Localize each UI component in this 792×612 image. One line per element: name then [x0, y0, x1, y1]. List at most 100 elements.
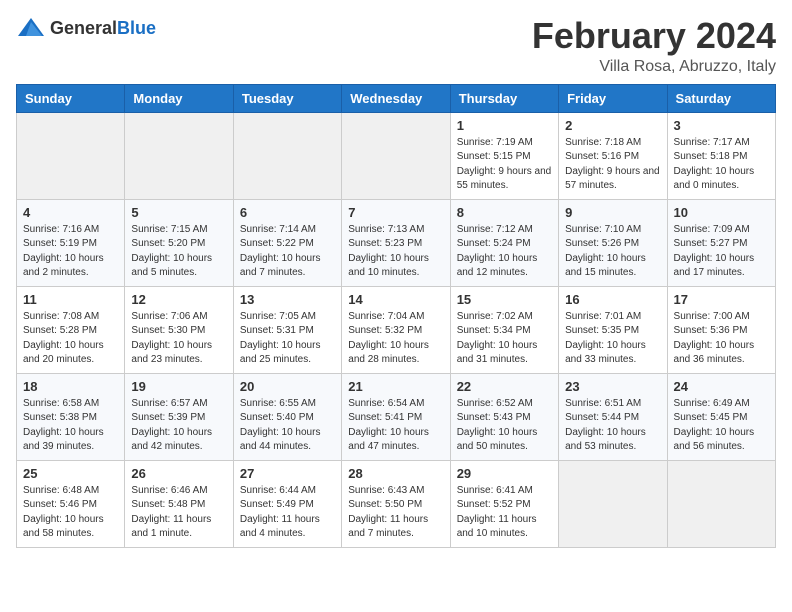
calendar-cell: 21 Sunrise: 6:54 AMSunset: 5:41 PMDayligh…	[342, 373, 450, 460]
calendar-table: SundayMondayTuesdayWednesdayThursdayFrid…	[16, 84, 776, 548]
calendar-cell	[17, 112, 125, 199]
calendar-cell: 11 Sunrise: 7:08 AMSunset: 5:28 PMDayligh…	[17, 286, 125, 373]
day-number: 10	[674, 205, 769, 220]
calendar-cell: 26Sunrise: 6:46 AMSunset: 5:48 PMDayligh…	[125, 460, 233, 547]
day-number: 18	[23, 379, 118, 394]
calendar-cell	[233, 112, 341, 199]
day-number: 20	[240, 379, 335, 394]
calendar-cell: 5 Sunrise: 7:15 AMSunset: 5:20 PMDaylight…	[125, 199, 233, 286]
day-info: Sunrise: 7:02 AMSunset: 5:34 PMDaylight:…	[457, 310, 552, 368]
calendar-cell: 14 Sunrise: 7:04 AMSunset: 5:32 PMDayligh…	[342, 286, 450, 373]
day-number: 16	[565, 292, 660, 307]
logo-blue: Blue	[117, 18, 156, 38]
day-info: Sunrise: 6:55 AMSunset: 5:40 PMDaylight:…	[240, 397, 335, 455]
day-number: 3	[674, 118, 769, 133]
calendar-cell: 12 Sunrise: 7:06 AMSunset: 5:30 PMDayligh…	[125, 286, 233, 373]
calendar-cell: 7Sunrise: 7:13 AMSunset: 5:23 PMDaylight…	[342, 199, 450, 286]
day-info: Sunrise: 7:12 AMSunset: 5:24 PMDaylight:…	[457, 223, 552, 281]
day-number: 2	[565, 118, 660, 133]
weekday-header-tuesday: Tuesday	[233, 84, 341, 112]
day-info: Sunrise: 7:04 AMSunset: 5:32 PMDaylight:…	[348, 310, 443, 368]
weekday-header-wednesday: Wednesday	[342, 84, 450, 112]
weekday-header-sunday: Sunday	[17, 84, 125, 112]
calendar-cell: 18 Sunrise: 6:58 AMSunset: 5:38 PMDayligh…	[17, 373, 125, 460]
day-info: Sunrise: 6:51 AMSunset: 5:44 PMDaylight:…	[565, 397, 660, 455]
day-number: 19	[131, 379, 226, 394]
day-number: 11	[23, 292, 118, 307]
calendar-cell	[342, 112, 450, 199]
day-info: Sunrise: 7:19 AMSunset: 5:15 PMDaylight:…	[457, 136, 552, 194]
day-info: Sunrise: 7:05 AMSunset: 5:31 PMDaylight:…	[240, 310, 335, 368]
day-info: Sunrise: 7:18 AMSunset: 5:16 PMDaylight:…	[565, 136, 660, 194]
day-number: 9	[565, 205, 660, 220]
day-info: Sunrise: 6:52 AMSunset: 5:43 PMDaylight:…	[457, 397, 552, 455]
day-number: 21	[348, 379, 443, 394]
logo: GeneralBlue	[16, 16, 156, 40]
day-info: Sunrise: 7:06 AMSunset: 5:30 PMDaylight:…	[131, 310, 226, 368]
weekday-header-friday: Friday	[559, 84, 667, 112]
day-number: 7	[348, 205, 443, 220]
day-number: 25	[23, 466, 118, 481]
calendar-cell: 6 Sunrise: 7:14 AMSunset: 5:22 PMDaylight…	[233, 199, 341, 286]
day-info: Sunrise: 6:49 AMSunset: 5:45 PMDaylight:…	[674, 397, 769, 455]
header: GeneralBlue February 2024 Villa Rosa, Ab…	[16, 16, 776, 76]
calendar-cell: 4 Sunrise: 7:16 AMSunset: 5:19 PMDaylight…	[17, 199, 125, 286]
calendar-cell: 15 Sunrise: 7:02 AMSunset: 5:34 PMDayligh…	[450, 286, 558, 373]
calendar-cell: 19 Sunrise: 6:57 AMSunset: 5:39 PMDayligh…	[125, 373, 233, 460]
calendar-week-2: 4 Sunrise: 7:16 AMSunset: 5:19 PMDaylight…	[17, 199, 776, 286]
day-number: 13	[240, 292, 335, 307]
day-number: 8	[457, 205, 552, 220]
calendar-cell: 1Sunrise: 7:19 AMSunset: 5:15 PMDaylight…	[450, 112, 558, 199]
day-info: Sunrise: 6:58 AMSunset: 5:38 PMDaylight:…	[23, 397, 118, 455]
day-number: 5	[131, 205, 226, 220]
calendar-cell: 2 Sunrise: 7:18 AMSunset: 5:16 PMDaylight…	[559, 112, 667, 199]
calendar-cell: 3 Sunrise: 7:17 AMSunset: 5:18 PMDaylight…	[667, 112, 775, 199]
weekday-header-monday: Monday	[125, 84, 233, 112]
day-number: 17	[674, 292, 769, 307]
calendar-cell: 16 Sunrise: 7:01 AMSunset: 5:35 PMDayligh…	[559, 286, 667, 373]
day-number: 27	[240, 466, 335, 481]
day-number: 22	[457, 379, 552, 394]
calendar-cell	[559, 460, 667, 547]
calendar-cell: 22 Sunrise: 6:52 AMSunset: 5:43 PMDayligh…	[450, 373, 558, 460]
day-number: 12	[131, 292, 226, 307]
day-info: Sunrise: 6:57 AMSunset: 5:39 PMDaylight:…	[131, 397, 226, 455]
day-number: 24	[674, 379, 769, 394]
calendar-cell: 13 Sunrise: 7:05 AMSunset: 5:31 PMDayligh…	[233, 286, 341, 373]
day-info: Sunrise: 6:54 AMSunset: 5:41 PMDaylight:…	[348, 397, 443, 455]
day-info: Sunrise: 7:14 AMSunset: 5:22 PMDaylight:…	[240, 223, 335, 281]
day-info: Sunrise: 6:44 AMSunset: 5:49 PMDaylight:…	[240, 484, 335, 542]
day-number: 14	[348, 292, 443, 307]
day-info: Sunrise: 7:01 AMSunset: 5:35 PMDaylight:…	[565, 310, 660, 368]
day-info: Sunrise: 7:09 AMSunset: 5:27 PMDaylight:…	[674, 223, 769, 281]
calendar-cell: 27 Sunrise: 6:44 AMSunset: 5:49 PMDayligh…	[233, 460, 341, 547]
calendar-week-4: 18 Sunrise: 6:58 AMSunset: 5:38 PMDayligh…	[17, 373, 776, 460]
day-info: Sunrise: 7:17 AMSunset: 5:18 PMDaylight:…	[674, 136, 769, 194]
calendar-week-5: 25 Sunrise: 6:48 AMSunset: 5:46 PMDayligh…	[17, 460, 776, 547]
day-number: 4	[23, 205, 118, 220]
weekday-header-saturday: Saturday	[667, 84, 775, 112]
day-info: Sunrise: 7:16 AMSunset: 5:19 PMDaylight:…	[23, 223, 118, 281]
day-number: 6	[240, 205, 335, 220]
calendar-cell: 9 Sunrise: 7:10 AMSunset: 5:26 PMDaylight…	[559, 199, 667, 286]
day-number: 23	[565, 379, 660, 394]
calendar-week-1: 1Sunrise: 7:19 AMSunset: 5:15 PMDaylight…	[17, 112, 776, 199]
calendar-cell: 28Sunrise: 6:43 AMSunset: 5:50 PMDayligh…	[342, 460, 450, 547]
day-info: Sunrise: 6:43 AMSunset: 5:50 PMDaylight:…	[348, 484, 443, 542]
day-info: Sunrise: 7:15 AMSunset: 5:20 PMDaylight:…	[131, 223, 226, 281]
logo-general: General	[50, 18, 117, 38]
day-info: Sunrise: 6:46 AMSunset: 5:48 PMDaylight:…	[131, 484, 226, 542]
calendar-cell: 8 Sunrise: 7:12 AMSunset: 5:24 PMDaylight…	[450, 199, 558, 286]
weekday-header-thursday: Thursday	[450, 84, 558, 112]
day-info: Sunrise: 6:48 AMSunset: 5:46 PMDaylight:…	[23, 484, 118, 542]
day-info: Sunrise: 7:10 AMSunset: 5:26 PMDaylight:…	[565, 223, 660, 281]
calendar-cell: 29Sunrise: 6:41 AMSunset: 5:52 PMDayligh…	[450, 460, 558, 547]
day-number: 15	[457, 292, 552, 307]
calendar-week-3: 11 Sunrise: 7:08 AMSunset: 5:28 PMDayligh…	[17, 286, 776, 373]
logo-icon	[16, 16, 46, 40]
day-info: Sunrise: 7:08 AMSunset: 5:28 PMDaylight:…	[23, 310, 118, 368]
calendar-cell: 23 Sunrise: 6:51 AMSunset: 5:44 PMDayligh…	[559, 373, 667, 460]
day-number: 29	[457, 466, 552, 481]
calendar-cell: 17Sunrise: 7:00 AMSunset: 5:36 PMDayligh…	[667, 286, 775, 373]
main-title: February 2024	[532, 16, 776, 56]
